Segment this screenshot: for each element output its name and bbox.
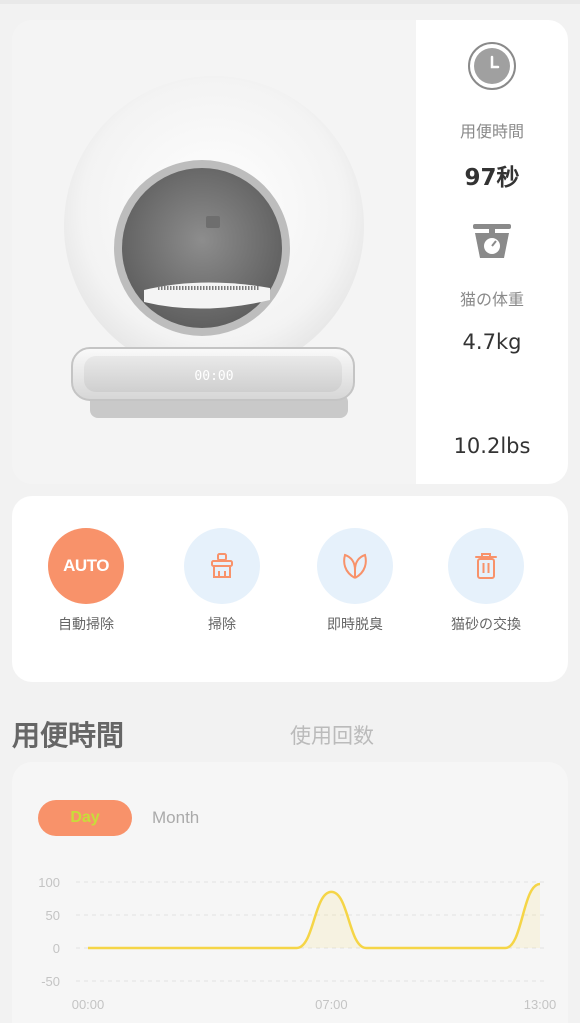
auto-clean-label: 自動掃除 — [58, 617, 114, 633]
stats-panel: 用便時間 97秒 猫の体重 4.7kg 10.2lbs — [416, 20, 568, 484]
auto-badge: AUTO — [63, 556, 109, 575]
time-value: 97秒 — [464, 165, 520, 191]
device-card: 00:00 用便時間 97秒 猫の体重 4.7kg 10.2lbs — [12, 20, 568, 484]
chart-card: Day Month 100 50 0 -50 00:00 07:00 13:00 — [12, 762, 568, 1023]
y-tick-label: 0 — [53, 941, 60, 956]
broom-icon — [211, 553, 233, 578]
x-tick-label: 07:00 — [315, 997, 348, 1012]
y-tick-label: 50 — [46, 908, 60, 923]
auto-clean-button[interactable]: AUTO — [48, 528, 124, 604]
time-label: 用便時間 — [459, 122, 524, 141]
auto-clean-action[interactable]: AUTO 自動掃除 — [31, 528, 141, 634]
leaf-icon — [343, 553, 367, 579]
x-tick-label: 13:00 — [524, 997, 557, 1012]
x-tick-label: 00:00 — [72, 997, 105, 1012]
tab-usage-time[interactable]: 用便時間 — [12, 714, 124, 754]
weight-label: 猫の体重 — [459, 290, 524, 309]
change-litter-label: 猫砂の交換 — [451, 617, 521, 633]
deodorize-action[interactable]: 即時脱臭 — [300, 528, 410, 634]
litter-box-image: 00:00 — [64, 76, 364, 418]
y-tick-label: 100 — [38, 875, 60, 890]
weight-lbs: 10.2lbs — [453, 434, 531, 458]
clean-action[interactable]: 掃除 — [167, 528, 277, 634]
svg-text:00:00: 00:00 — [194, 369, 233, 384]
actions-card: AUTO 自動掃除 掃除 即時脱臭 猫砂の交換 — [12, 496, 568, 682]
scale-icon — [473, 224, 511, 258]
tab-usage-count[interactable]: 使用回数 — [290, 720, 374, 750]
deodorize-label: 即時脱臭 — [327, 617, 383, 633]
deodorize-button[interactable] — [317, 528, 393, 604]
y-tick-label: -50 — [41, 974, 60, 989]
trash-icon — [475, 553, 497, 579]
usage-line-chart: 100 50 0 -50 00:00 07:00 13:00 — [38, 875, 557, 1012]
change-litter-action[interactable]: 猫砂の交換 — [431, 528, 541, 634]
weight-kg: 4.7kg — [462, 330, 522, 354]
top-strip — [0, 0, 580, 4]
clean-button[interactable] — [184, 528, 260, 604]
clean-label: 掃除 — [208, 617, 236, 633]
change-litter-button[interactable] — [448, 528, 524, 604]
clock-icon — [468, 42, 516, 90]
